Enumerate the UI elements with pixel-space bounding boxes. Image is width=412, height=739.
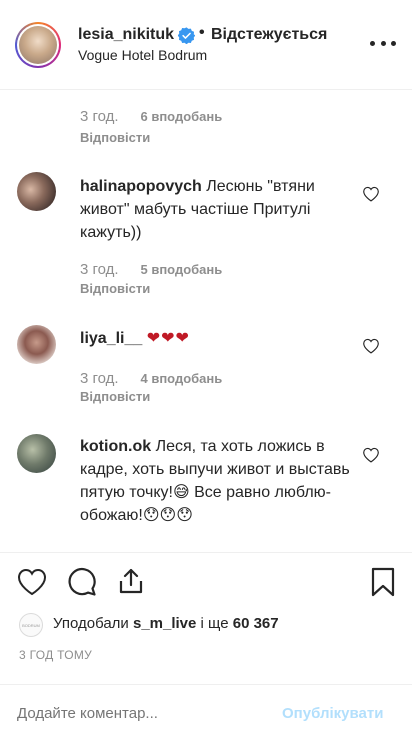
reply-button[interactable]: Відповісти (80, 130, 150, 145)
comment-avatar[interactable] (17, 325, 56, 364)
comment-text: kotion.ok Леся, та хоть ложись в кадре, … (80, 435, 360, 527)
comment-username[interactable]: liya_li__ (80, 330, 142, 347)
liked-by-middle: і ще (200, 615, 229, 632)
comment-time: 3 год. (80, 370, 119, 387)
like-comment-heart-icon[interactable] (362, 447, 380, 463)
comment-meta: 3 год. 5 вподобань (80, 261, 222, 278)
share-icon[interactable] (116, 566, 146, 596)
comment-body: ❤❤❤ (146, 330, 190, 347)
reply-button[interactable]: Відповісти (80, 389, 150, 404)
comments-list[interactable]: 3 год. 6 вподобань Відповісти halinapopo… (0, 91, 412, 549)
location-link[interactable]: Vogue Hotel Bodrum (78, 47, 207, 63)
comment-username[interactable]: kotion.ok (80, 438, 151, 455)
liker-avatar[interactable]: BODRUM (19, 613, 43, 637)
profile-username[interactable]: lesia_nikituk (78, 26, 174, 44)
comment-likes[interactable]: 6 вподобань (140, 109, 222, 124)
save-bookmark-icon[interactable] (368, 567, 398, 597)
comment-text: halinapopovych Лесюнь "втяни живот" мабу… (80, 175, 360, 244)
post-actions (0, 552, 412, 612)
comment-text: liya_li__ ❤❤❤ (80, 327, 360, 350)
comment-likes[interactable]: 5 вподобань (140, 262, 222, 277)
comment-username[interactable]: halinapopovych (80, 178, 202, 195)
profile-avatar[interactable] (15, 22, 61, 68)
separator-dot: • (199, 24, 205, 41)
liked-by-user[interactable]: s_m_live (133, 615, 196, 632)
liked-by-line: BODRUM Уподобали s_m_live і ще 60 367 (0, 605, 412, 641)
more-options-icon[interactable] (370, 33, 396, 53)
liked-by-text[interactable]: Уподобали s_m_live і ще 60 367 (53, 615, 279, 632)
like-comment-heart-icon[interactable] (362, 338, 380, 354)
comment-input[interactable] (17, 705, 267, 722)
like-heart-icon[interactable] (17, 567, 47, 597)
comment-avatar[interactable] (17, 434, 56, 473)
comment-time: 3 год. (80, 261, 119, 278)
post-comment-button[interactable]: Опублікувати (282, 705, 383, 722)
add-comment-bar: Опублікувати (0, 684, 412, 739)
post-timestamp: 3 ГОД ТОМУ (19, 648, 93, 662)
reply-button[interactable]: Відповісти (80, 281, 150, 296)
comment-avatar[interactable] (17, 172, 56, 211)
comment-meta: 3 год. 6 вподобань (80, 108, 222, 125)
liked-by-prefix: Уподобали (53, 615, 129, 632)
post-header: lesia_nikituk • Відстежується Vogue Hote… (0, 0, 412, 90)
comment-meta: 3 год. 4 вподобань (80, 370, 222, 387)
like-comment-heart-icon[interactable] (362, 186, 380, 202)
following-button[interactable]: Відстежується (211, 26, 327, 44)
comment-icon[interactable] (67, 567, 97, 597)
verified-badge-icon (178, 27, 195, 44)
comment-time: 3 год. (80, 108, 119, 125)
liked-by-count[interactable]: 60 367 (233, 615, 279, 632)
comment-likes[interactable]: 4 вподобань (140, 371, 222, 386)
